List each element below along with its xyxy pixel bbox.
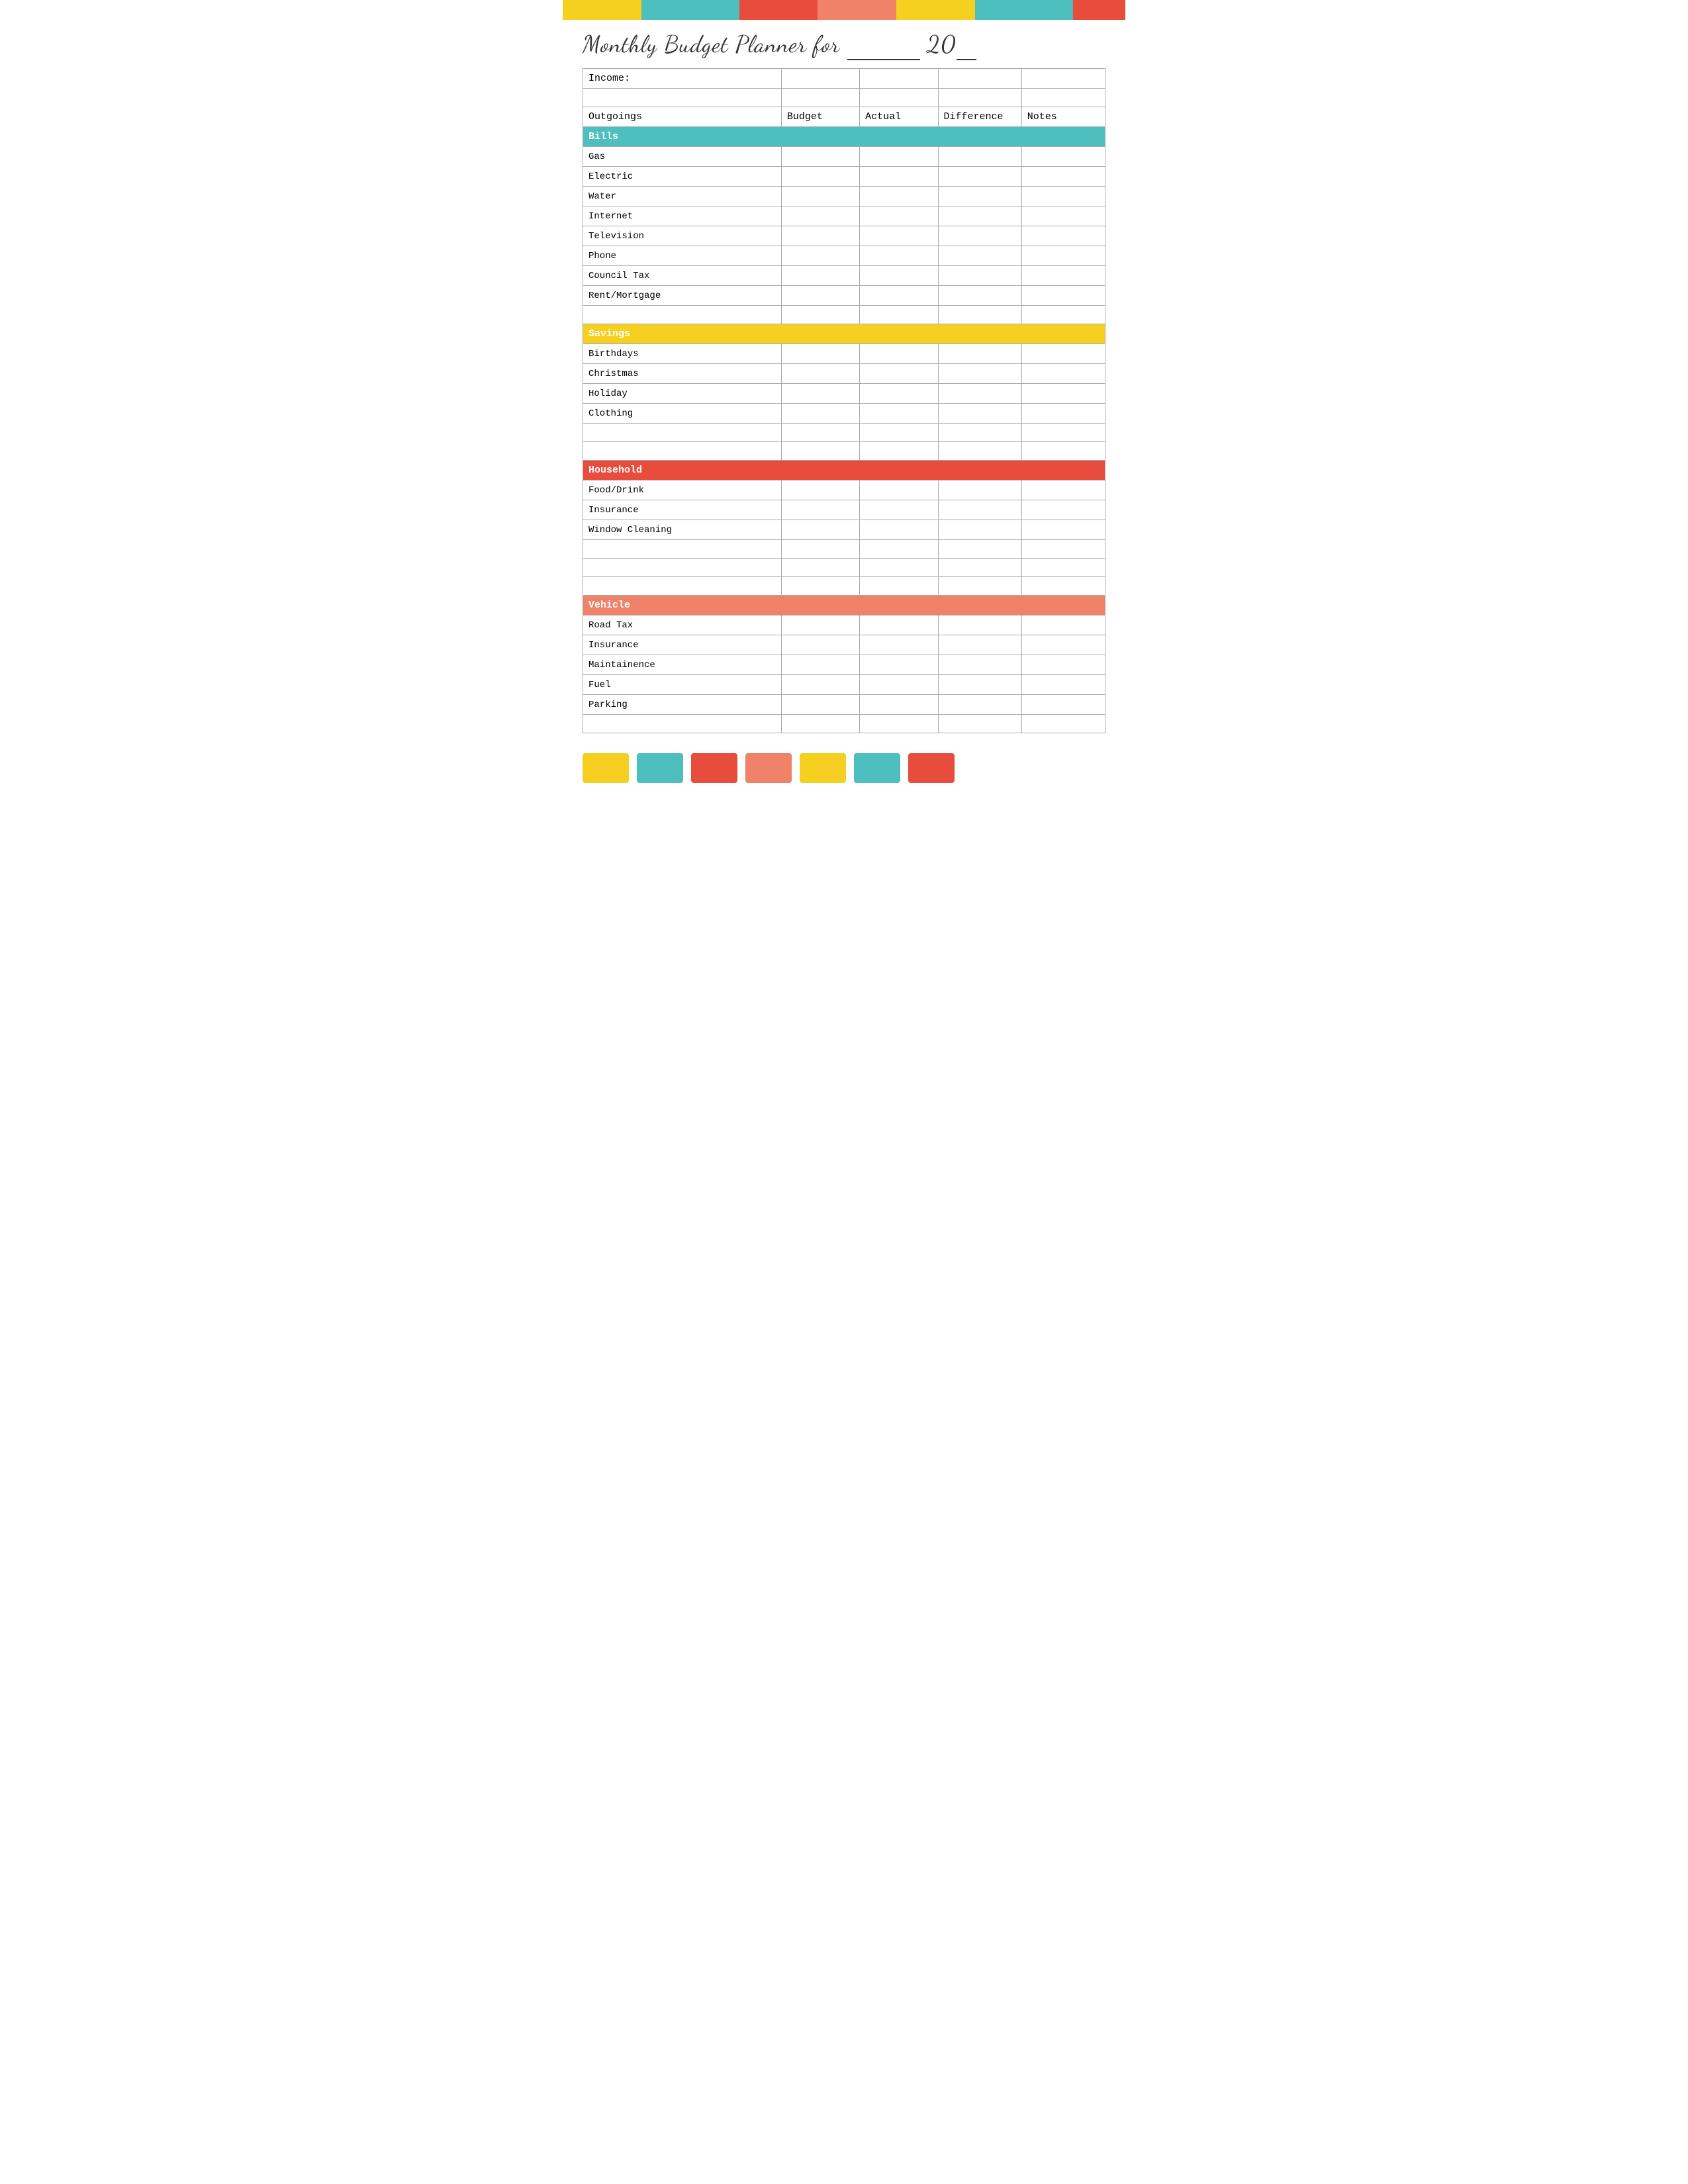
empty-row-savings-1 — [583, 424, 1105, 442]
col-notes: Notes — [1021, 107, 1105, 127]
list-item: Maintainence — [583, 655, 1105, 675]
bottom-block-salmon — [745, 753, 792, 783]
income-budget — [781, 69, 859, 89]
item-internet: Internet — [583, 206, 782, 226]
list-item: Television — [583, 226, 1105, 246]
top-bar-yellow — [563, 0, 641, 20]
empty-row-household-3 — [583, 577, 1105, 596]
item-electric: Electric — [583, 167, 782, 187]
top-bar-teal2 — [975, 0, 1073, 20]
item-holiday: Holiday — [583, 384, 782, 404]
list-item: Rent/Mortgage — [583, 286, 1105, 306]
income-notes — [1021, 69, 1105, 89]
item-insurance: Insurance — [583, 500, 782, 520]
income-row: Income: — [583, 69, 1105, 89]
col-actual: Actual — [860, 107, 938, 127]
item-window-cleaning: Window Cleaning — [583, 520, 782, 540]
item-rent-mortgage: Rent/Mortgage — [583, 286, 782, 306]
empty-row-vehicle — [583, 715, 1105, 733]
col-outgoings: Outgoings — [583, 107, 782, 127]
income-difference — [938, 69, 1021, 89]
section-savings-header: Savings — [583, 324, 1105, 344]
item-fuel: Fuel — [583, 675, 782, 695]
page-title: Monthly Budget Planner for 20 — [583, 30, 1105, 60]
item-television: Television — [583, 226, 782, 246]
income-label: Income: — [583, 69, 782, 89]
section-vehicle-header: Vehicle — [583, 596, 1105, 615]
item-food-drink: Food/Drink — [583, 480, 782, 500]
top-bar-teal — [641, 0, 739, 20]
item-parking: Parking — [583, 695, 782, 715]
list-item: Holiday — [583, 384, 1105, 404]
empty-row-1 — [583, 89, 1105, 107]
bottom-color-blocks — [583, 753, 1105, 783]
item-birthdays: Birthdays — [583, 344, 782, 364]
empty-row-household-2 — [583, 559, 1105, 577]
bills-label: Bills — [583, 127, 1105, 147]
bottom-block-red — [691, 753, 737, 783]
list-item: Clothing — [583, 404, 1105, 424]
list-item: Insurance — [583, 500, 1105, 520]
list-item: Insurance — [583, 635, 1105, 655]
empty-row-bills — [583, 306, 1105, 324]
empty-row-household-1 — [583, 540, 1105, 559]
section-bills-header: Bills — [583, 127, 1105, 147]
list-item: Food/Drink — [583, 480, 1105, 500]
empty-row-savings-2 — [583, 442, 1105, 461]
list-item: Electric — [583, 167, 1105, 187]
list-item: Water — [583, 187, 1105, 206]
bottom-block-red2 — [908, 753, 955, 783]
bottom-block-teal — [637, 753, 683, 783]
col-difference: Difference — [938, 107, 1021, 127]
top-color-bar — [563, 0, 1125, 20]
column-headers: Outgoings Budget Actual Difference Notes — [583, 107, 1105, 127]
item-christmas: Christmas — [583, 364, 782, 384]
top-bar-salmon — [818, 0, 896, 20]
list-item: Gas — [583, 147, 1105, 167]
item-gas: Gas — [583, 147, 782, 167]
item-council-tax: Council Tax — [583, 266, 782, 286]
list-item: Road Tax — [583, 615, 1105, 635]
item-phone: Phone — [583, 246, 782, 266]
budget-table: Income: Outgoings Budget Actual Differen… — [583, 68, 1105, 733]
top-bar-yellow2 — [896, 0, 975, 20]
bottom-block-teal2 — [854, 753, 900, 783]
top-bar-red — [739, 0, 818, 20]
list-item: Birthdays — [583, 344, 1105, 364]
list-item: Parking — [583, 695, 1105, 715]
bottom-block-yellow2 — [800, 753, 846, 783]
list-item: Council Tax — [583, 266, 1105, 286]
list-item: Internet — [583, 206, 1105, 226]
list-item: Window Cleaning — [583, 520, 1105, 540]
vehicle-label: Vehicle — [583, 596, 1105, 615]
item-clothing: Clothing — [583, 404, 782, 424]
item-water: Water — [583, 187, 782, 206]
income-actual — [860, 69, 938, 89]
item-maintainence: Maintainence — [583, 655, 782, 675]
bottom-block-yellow — [583, 753, 629, 783]
section-household-header: Household — [583, 461, 1105, 480]
household-label: Household — [583, 461, 1105, 480]
savings-label: Savings — [583, 324, 1105, 344]
col-budget: Budget — [781, 107, 859, 127]
list-item: Christmas — [583, 364, 1105, 384]
top-bar-red2 — [1073, 0, 1125, 20]
item-vehicle-insurance: Insurance — [583, 635, 782, 655]
item-road-tax: Road Tax — [583, 615, 782, 635]
list-item: Fuel — [583, 675, 1105, 695]
list-item: Phone — [583, 246, 1105, 266]
